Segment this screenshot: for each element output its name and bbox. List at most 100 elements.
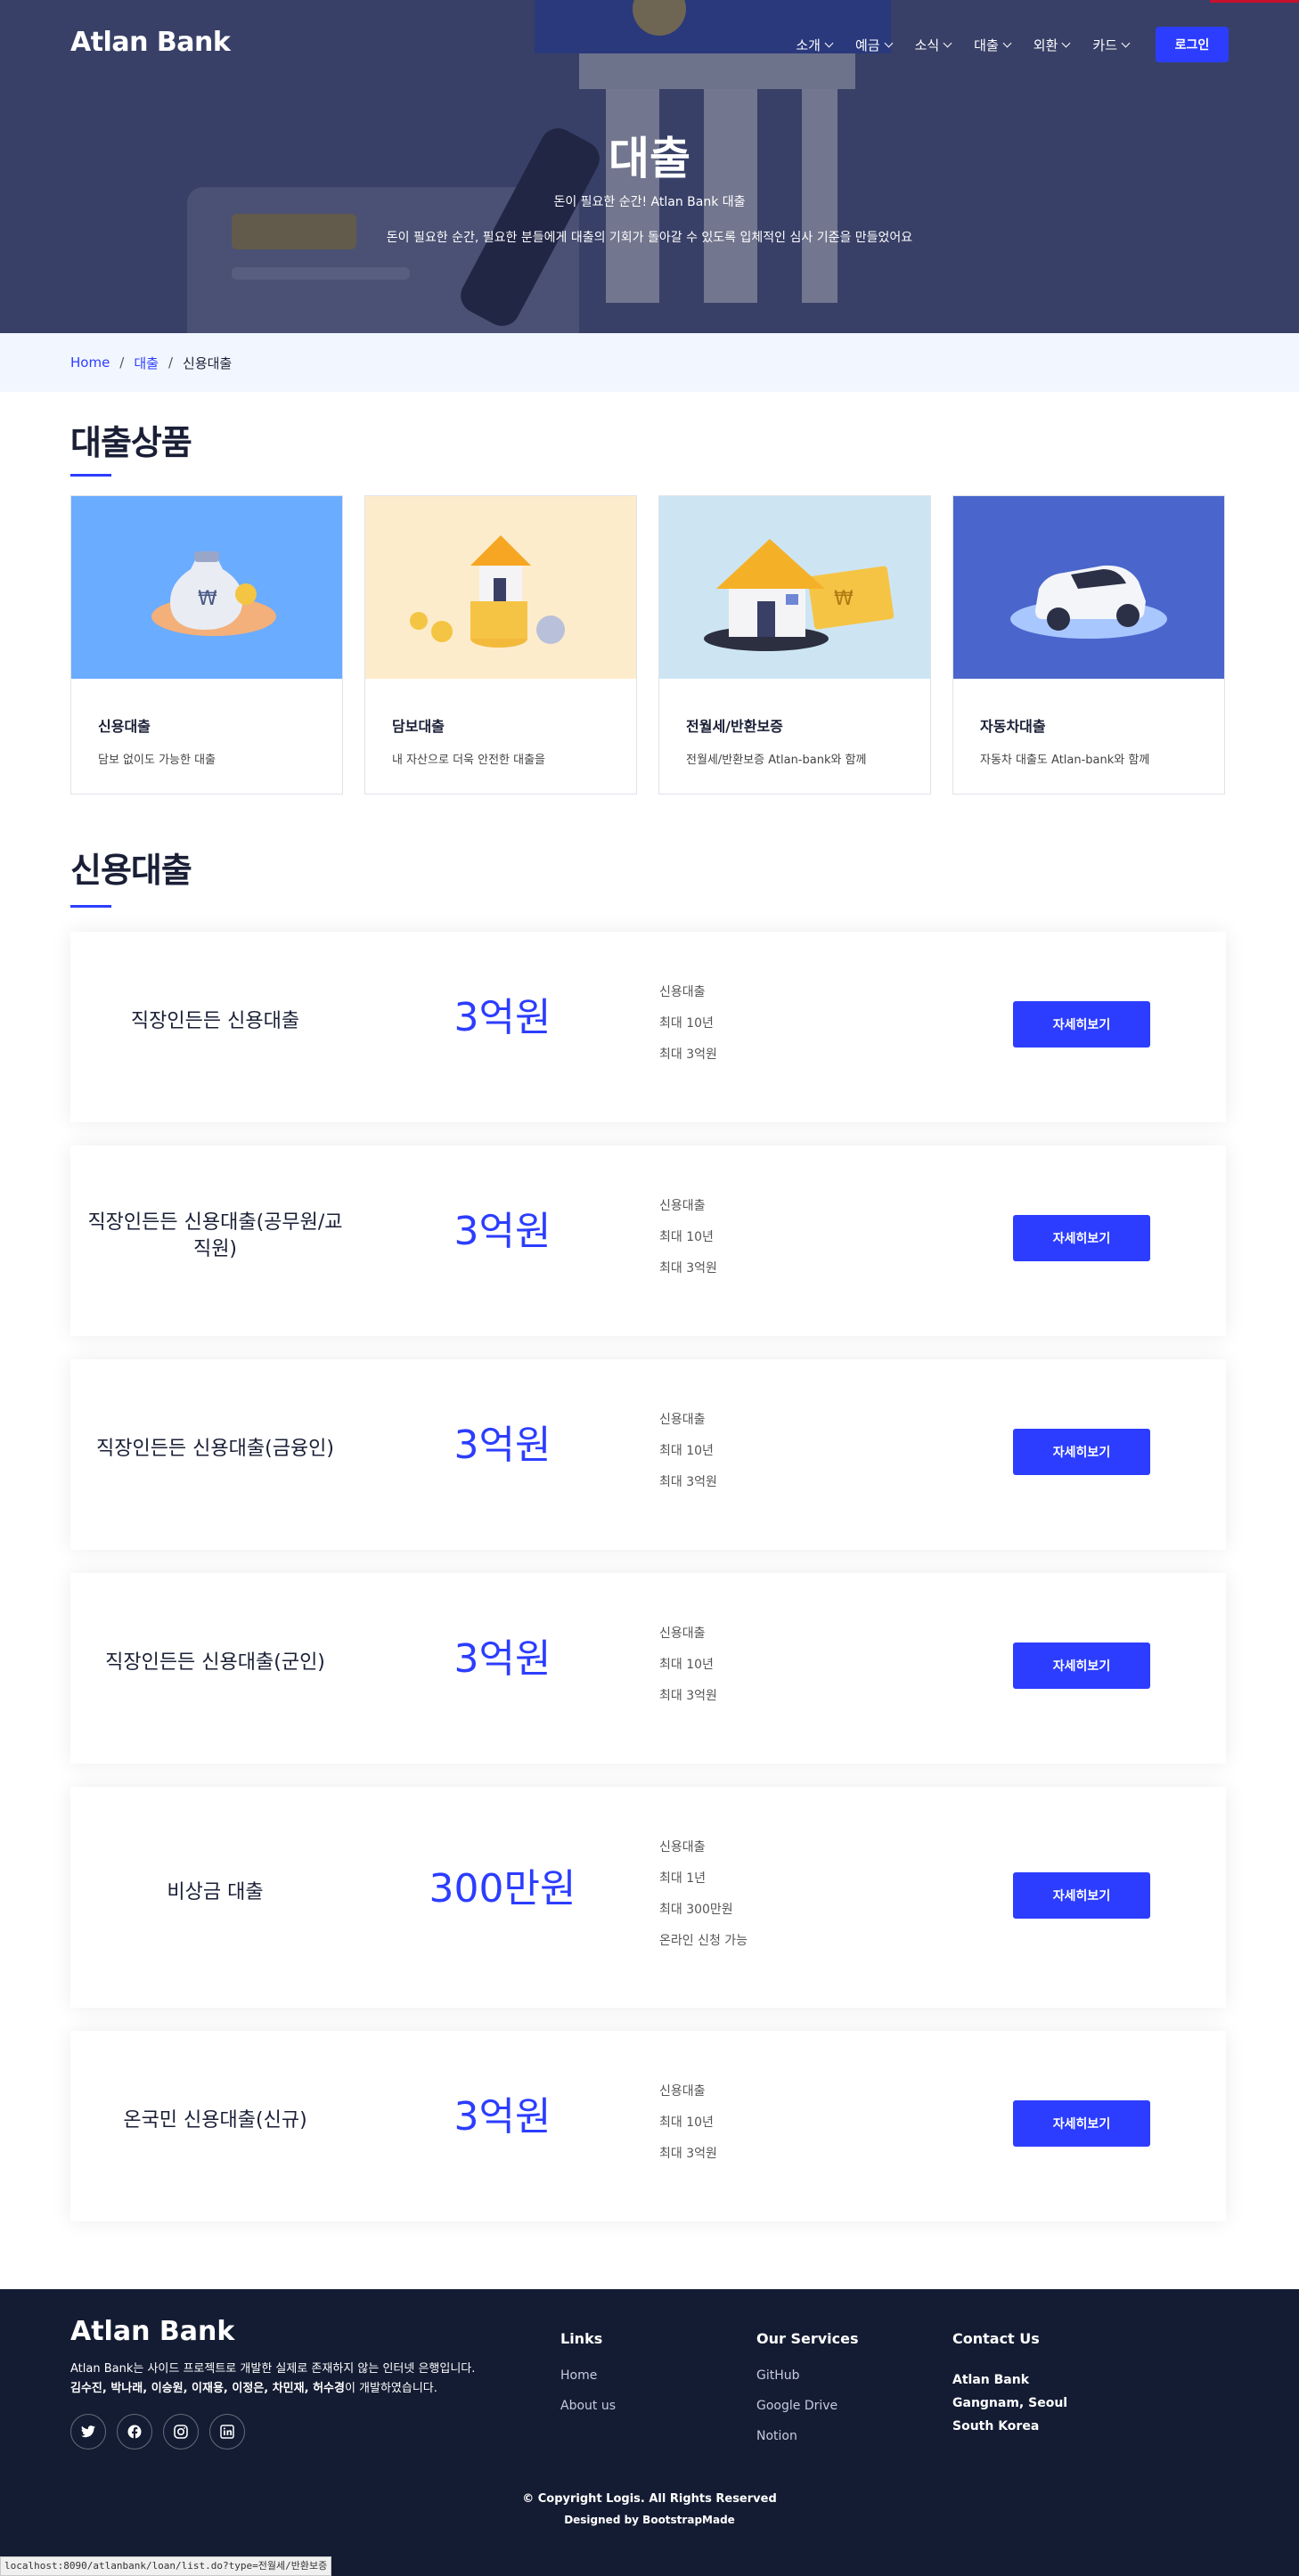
house-coins-icon xyxy=(410,535,565,648)
loan-feature: 최대 3억원 xyxy=(659,1475,717,1489)
product-title: 전월세/반환보증 xyxy=(686,718,783,735)
breadcrumb: Home / 대출 / 신용대출 xyxy=(0,333,1299,392)
footer-link-about[interactable]: About us xyxy=(560,2399,616,2429)
chevron-down-icon xyxy=(824,38,834,47)
loan-amount: 3억원 xyxy=(453,2094,551,2140)
twitter-icon[interactable] xyxy=(70,2414,106,2450)
social-links xyxy=(70,2414,256,2450)
footer-services-title: Our Services xyxy=(756,2330,859,2347)
loan-name: 직장인든든 신용대출(공무원/교직원) xyxy=(87,1211,343,1260)
footer-link-notion[interactable]: Notion xyxy=(756,2429,859,2459)
footer-link-google-drive[interactable]: Google Drive xyxy=(756,2399,859,2429)
loan-amount: 3억원 xyxy=(453,1423,551,1468)
linkedin-icon[interactable] xyxy=(209,2414,245,2450)
footer-links-title: Links xyxy=(560,2330,603,2347)
footer-contact-column: Contact Us Atlan Bank Gangnam, Seoul Sou… xyxy=(952,2330,1067,2438)
chevron-down-icon xyxy=(1121,38,1131,47)
nav-item-card[interactable]: 카드 xyxy=(1092,27,1131,62)
loan-row: 비상금 대출 300만원 신용대출 최대 1년 최대 300만원 온라인 신청 … xyxy=(70,1787,1226,2008)
nav-item-about[interactable]: 소개 xyxy=(796,27,834,62)
contact-line: South Korea xyxy=(952,2419,1040,2433)
footer-description: Atlan Bank는 사이드 프로젝트로 개발한 실제로 존재하지 않는 인터… xyxy=(70,2362,476,2376)
page-title: 대출 xyxy=(609,133,690,184)
loan-detail-button[interactable]: 자세히보기 xyxy=(1013,1001,1150,1048)
brand-logo[interactable]: Atlan Bank xyxy=(70,27,231,58)
nav-item-label: 외환 xyxy=(1033,37,1058,53)
nav-item-loan[interactable]: 대출 xyxy=(974,27,1012,62)
footer-link-home[interactable]: Home xyxy=(560,2368,616,2399)
product-title: 신용대출 xyxy=(98,718,151,735)
instagram-icon[interactable] xyxy=(163,2414,199,2450)
loan-name: 직장인든든 신용대출(금융인) xyxy=(95,1438,335,1460)
loan-detail-button[interactable]: 자세히보기 xyxy=(1013,1872,1150,1919)
copyright-text: © Copyright Logis. All Rights Reserved xyxy=(522,2492,777,2506)
nav-item-label: 예금 xyxy=(854,37,880,53)
product-title: 자동차대출 xyxy=(980,718,1046,735)
breadcrumb-home[interactable]: Home xyxy=(70,355,110,371)
loan-features: 신용대출 최대 10년 최대 3억원 xyxy=(659,2083,717,2176)
loan-detail-button[interactable]: 자세히보기 xyxy=(1013,1643,1150,1689)
product-card-jeonse[interactable]: ₩ 전월세/반환보증 전월세/반환보증 Atlan-bank와 함께 xyxy=(658,495,931,795)
footer-links-column: Links Home About us xyxy=(560,2330,616,2429)
product-card-auto[interactable]: 자동차대출 자동차 대출도 Atlan-bank와 함께 xyxy=(952,495,1225,795)
facebook-icon[interactable] xyxy=(117,2414,152,2450)
nav-item-news[interactable]: 소식 xyxy=(915,27,952,62)
footer-brand[interactable]: Atlan Bank xyxy=(70,2316,234,2347)
product-title: 담보대출 xyxy=(392,718,445,735)
footer-link-github[interactable]: GitHub xyxy=(756,2368,859,2399)
loan-feature: 최대 1년 xyxy=(659,1871,706,1886)
team-names: 김수진, 박나래, 이승원, 이재용, 이정은, 차민재, 허수경 xyxy=(70,2382,345,2395)
loan-feature: 최대 10년 xyxy=(659,2115,714,2130)
footer-team: 김수진, 박나래, 이승원, 이재용, 이정은, 차민재, 허수경이 개발하였습… xyxy=(70,2378,437,2395)
contact-line: Atlan Bank xyxy=(952,2373,1030,2387)
money-bag-icon: ₩ xyxy=(151,551,276,636)
loan-feature: 최대 10년 xyxy=(659,1016,714,1031)
loan-row: 직장인든든 신용대출(금융인) 3억원 신용대출 최대 10년 최대 3억원 자… xyxy=(70,1359,1226,1550)
house-money-icon: ₩ xyxy=(704,539,895,651)
loan-features: 신용대출 최대 10년 최대 3억원 xyxy=(659,1625,717,1718)
loan-feature: 신용대출 xyxy=(659,1840,706,1855)
product-desc: 자동차 대출도 Atlan-bank와 함께 xyxy=(980,754,1150,767)
product-image-credit: ₩ xyxy=(71,496,342,679)
accent-line xyxy=(1210,0,1299,3)
loan-detail-button[interactable]: 자세히보기 xyxy=(1013,1429,1150,1475)
product-desc: 내 자산으로 더욱 안전한 대출을 xyxy=(392,754,546,767)
loan-features: 신용대출 최대 10년 최대 3억원 xyxy=(659,1411,717,1504)
hero-subtitle: 돈이 필요한 순간! Atlan Bank 대출 xyxy=(553,195,746,209)
team-suffix: 이 개발하였습니다. xyxy=(344,2382,437,2395)
loan-feature: 최대 3억원 xyxy=(659,2147,717,2161)
loan-detail-button[interactable]: 자세히보기 xyxy=(1013,1215,1150,1261)
product-desc: 담보 없이도 가능한 대출 xyxy=(98,754,216,767)
loan-row: 직장인든든 신용대출 3억원 신용대출 최대 10년 최대 3억원 자세히보기 xyxy=(70,932,1226,1122)
loan-amount: 3억원 xyxy=(453,995,551,1040)
loan-amount: 300만원 xyxy=(429,1866,576,1912)
breadcrumb-loan[interactable]: 대출 xyxy=(134,354,159,372)
credit-section-title: 신용대출 xyxy=(70,851,192,890)
nav-item-label: 소식 xyxy=(914,37,940,53)
designed-by-text[interactable]: Designed by BootstrapMade xyxy=(0,2514,1299,2526)
footer-services-column: Our Services GitHub Google Drive Notion xyxy=(756,2330,859,2459)
loan-feature: 최대 10년 xyxy=(659,1658,714,1672)
loan-feature: 최대 10년 xyxy=(659,1444,714,1458)
loan-feature: 신용대출 xyxy=(659,1626,706,1641)
chevron-down-icon xyxy=(1002,38,1012,47)
loan-feature: 온라인 신청 가능 xyxy=(659,1934,748,1948)
section-underline xyxy=(70,474,111,477)
loan-feature: 신용대출 xyxy=(659,1199,706,1213)
nav-item-deposit[interactable]: 예금 xyxy=(854,27,894,62)
svg-text:₩: ₩ xyxy=(834,588,854,610)
hero-description: 돈이 필요한 순간, 필요한 분들에게 대출의 기회가 돌아갈 수 있도록 입체… xyxy=(386,231,913,245)
product-image-auto xyxy=(953,496,1224,679)
nav-item-forex[interactable]: 외환 xyxy=(1033,27,1071,62)
loan-detail-button[interactable]: 자세히보기 xyxy=(1013,2100,1150,2147)
nav-item-label: 대출 xyxy=(974,37,999,53)
product-image-secured xyxy=(365,496,636,679)
loan-amount: 3억원 xyxy=(453,1636,551,1682)
product-card-credit[interactable]: ₩ 신용대출 담보 없이도 가능한 대출 xyxy=(70,495,343,795)
login-button[interactable]: 로그인 xyxy=(1156,27,1229,62)
loan-features: 신용대출 최대 10년 최대 3억원 xyxy=(659,983,717,1077)
hero-section: Atlan Bank 소개 예금 소식 대출 외환 카드 로그인 대출 돈이 필… xyxy=(0,0,1299,333)
breadcrumb-separator: / xyxy=(119,355,125,371)
product-card-secured[interactable]: 담보대출 내 자산으로 더욱 안전한 대출을 xyxy=(364,495,637,795)
footer-contact-title: Contact Us xyxy=(952,2330,1040,2347)
